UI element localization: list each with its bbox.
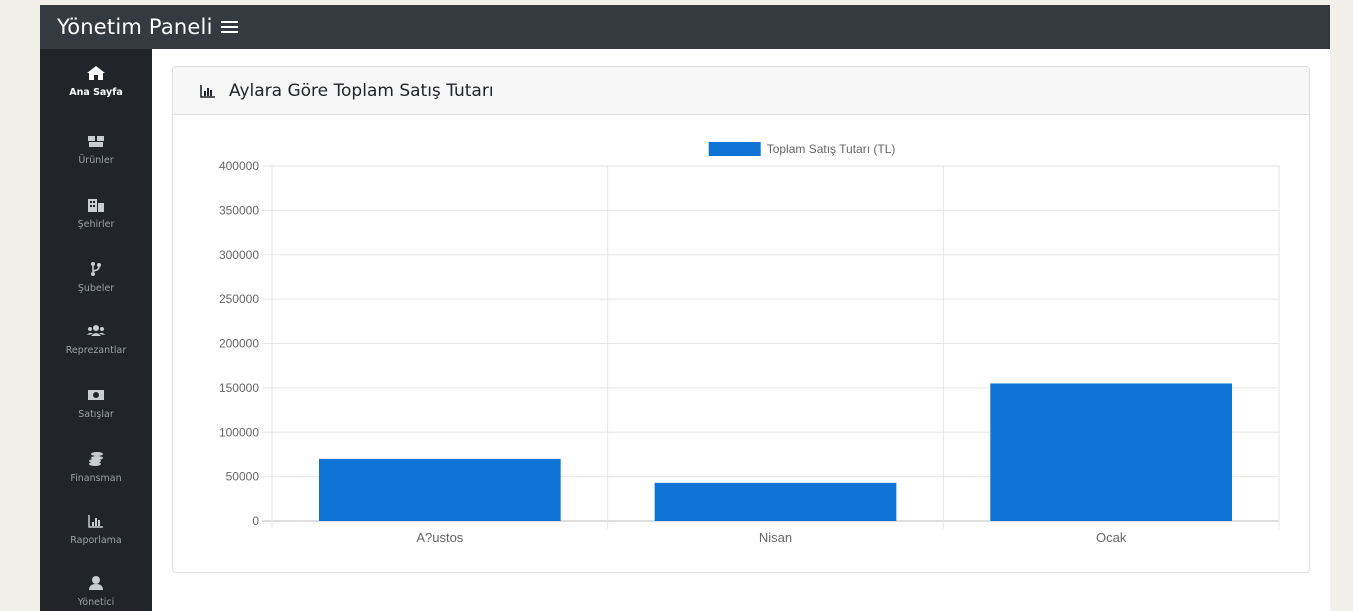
y-tick-label: 50000 bbox=[226, 470, 260, 484]
card-header: Aylara Göre Toplam Satış Tutarı bbox=[173, 67, 1309, 115]
city-icon bbox=[88, 199, 104, 212]
chart-bar bbox=[990, 383, 1233, 521]
app-window: Yönetim Paneli Ana Sayfa Ürünler Şehirle… bbox=[40, 5, 1330, 611]
y-tick-label: 250000 bbox=[219, 292, 259, 306]
sidebar-item-label: Satışlar bbox=[78, 409, 114, 420]
x-tick-label: Nisan bbox=[759, 530, 792, 545]
user-icon bbox=[89, 576, 103, 590]
x-tick-label: A?ustos bbox=[416, 530, 463, 545]
legend-label: Toplam Satış Tutarı (TL) bbox=[767, 142, 896, 156]
sidebar-item-urunler[interactable]: Ürünler bbox=[40, 133, 152, 193]
y-tick-label: 300000 bbox=[219, 248, 259, 262]
hamburger-icon[interactable] bbox=[220, 21, 238, 33]
sidebar-item-subeler[interactable]: Şubeler bbox=[40, 261, 152, 321]
sidebar-item-finansman[interactable]: Finansman bbox=[40, 451, 152, 511]
sales-chart-card: Aylara Göre Toplam Satış Tutarı 0 50000 10… bbox=[172, 66, 1310, 573]
chart-icon bbox=[88, 515, 103, 528]
bar-chart[interactable]: 0 50000 100000 150000 200000 250000 300000 3500… bbox=[173, 115, 1309, 573]
sidebar-item-label: Reprezantlar bbox=[65, 345, 127, 356]
coins-icon bbox=[89, 452, 103, 466]
chart-bar-icon bbox=[200, 85, 215, 98]
sidebar-item-satislar[interactable]: Satışlar bbox=[40, 387, 152, 447]
y-tick-label: 100000 bbox=[219, 425, 259, 439]
x-tick-label: Ocak bbox=[1096, 530, 1127, 545]
users-icon bbox=[87, 325, 105, 336]
home-icon bbox=[87, 66, 105, 80]
sidebar-item-label: Raporlama bbox=[70, 535, 122, 546]
sidebar-item-label: Yönetici bbox=[77, 597, 115, 608]
sidebar-item-raporlama[interactable]: Raporlama bbox=[40, 513, 152, 573]
y-tick-label: 400000 bbox=[219, 159, 259, 173]
sidebar-item-reprezantlar[interactable]: Reprezantlar bbox=[40, 323, 152, 383]
sidebar-item-label: Şubeler bbox=[77, 283, 115, 294]
y-tick-label: 200000 bbox=[219, 337, 259, 351]
card-title: Aylara Göre Toplam Satış Tutarı bbox=[229, 81, 494, 101]
y-tick-label: 0 bbox=[252, 514, 259, 528]
branch-icon bbox=[91, 262, 101, 276]
app-title[interactable]: Yönetim Paneli bbox=[57, 15, 213, 39]
money-icon bbox=[88, 390, 104, 400]
sidebar-item-label: Şehirler bbox=[77, 219, 115, 230]
chart-bar bbox=[654, 482, 897, 521]
sidebar-item-sehirler[interactable]: Şehirler bbox=[40, 197, 152, 257]
y-tick-label: 350000 bbox=[219, 203, 259, 217]
top-navbar: Yönetim Paneli bbox=[40, 5, 1330, 49]
sidebar-item-ana-sayfa[interactable]: Ana Sayfa bbox=[40, 65, 152, 125]
y-tick-label: 150000 bbox=[219, 381, 259, 395]
sidebar: Ana Sayfa Ürünler Şehirler Şubeler Repre… bbox=[40, 49, 152, 611]
sidebar-item-label: Ana Sayfa bbox=[69, 87, 123, 98]
boxes-icon bbox=[88, 136, 104, 147]
chart-area: 0 50000 100000 150000 200000 250000 300000 3500… bbox=[173, 115, 1309, 573]
sidebar-item-label: Finansman bbox=[70, 473, 122, 484]
legend-swatch bbox=[708, 142, 761, 156]
sidebar-item-label: Ürünler bbox=[78, 155, 114, 166]
chart-bar bbox=[318, 458, 561, 521]
sidebar-item-yonetici[interactable]: Yönetici bbox=[40, 575, 152, 611]
